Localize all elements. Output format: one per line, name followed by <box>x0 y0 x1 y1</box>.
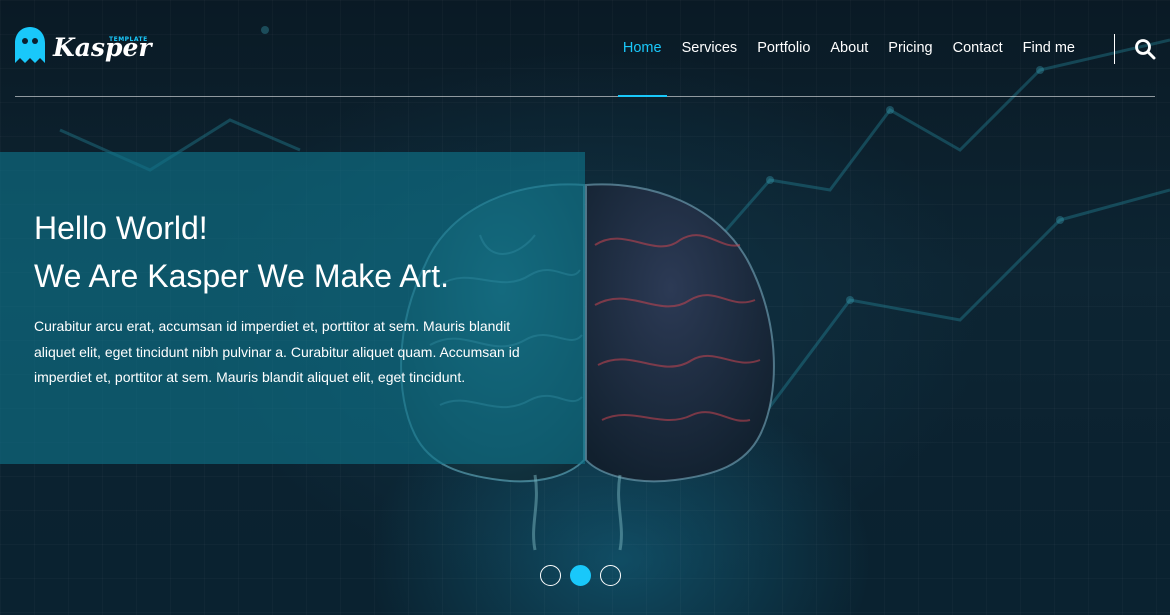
brand-name: Kasper <box>53 33 152 62</box>
brand-logo[interactable]: TEMPLATE Kasper <box>15 27 152 69</box>
nav-link-services[interactable]: Services <box>682 40 738 56</box>
nav-link-find-me[interactable]: Find me <box>1023 40 1075 56</box>
hero-title: Hello World! We Are Kasper We Make Art. <box>34 204 555 300</box>
ghost-icon <box>15 27 45 63</box>
nav-link-pricing[interactable]: Pricing <box>888 40 932 56</box>
hero-title-line-2: We Are Kasper We Make Art. <box>34 258 449 294</box>
hero-description: Curabitur arcu erat, accumsan id imperdi… <box>34 318 520 385</box>
intro-box: Hello World! We Are Kasper We Make Art. … <box>0 152 585 464</box>
active-nav-underline <box>617 95 667 97</box>
hero-section: TEMPLATE Kasper Home Services Portfolio … <box>0 0 1170 615</box>
slider-bullets <box>540 565 621 586</box>
slider-bullet-2[interactable] <box>570 565 591 586</box>
main-nav: Home Services Portfolio About Pricing Co… <box>603 40 1075 97</box>
slider-bullet-3[interactable] <box>600 565 621 586</box>
hero-title-line-1: Hello World! <box>34 210 208 246</box>
nav-link-home[interactable]: Home <box>617 40 667 97</box>
slider-bullet-1[interactable] <box>540 565 561 586</box>
nav-divider <box>1114 34 1115 64</box>
search-icon[interactable] <box>1134 38 1156 60</box>
site-header: TEMPLATE Kasper Home Services Portfolio … <box>15 0 1156 97</box>
nav-link-contact[interactable]: Contact <box>953 40 1003 56</box>
nav-link-portfolio[interactable]: Portfolio <box>757 40 810 56</box>
nav-link-about[interactable]: About <box>830 40 868 56</box>
